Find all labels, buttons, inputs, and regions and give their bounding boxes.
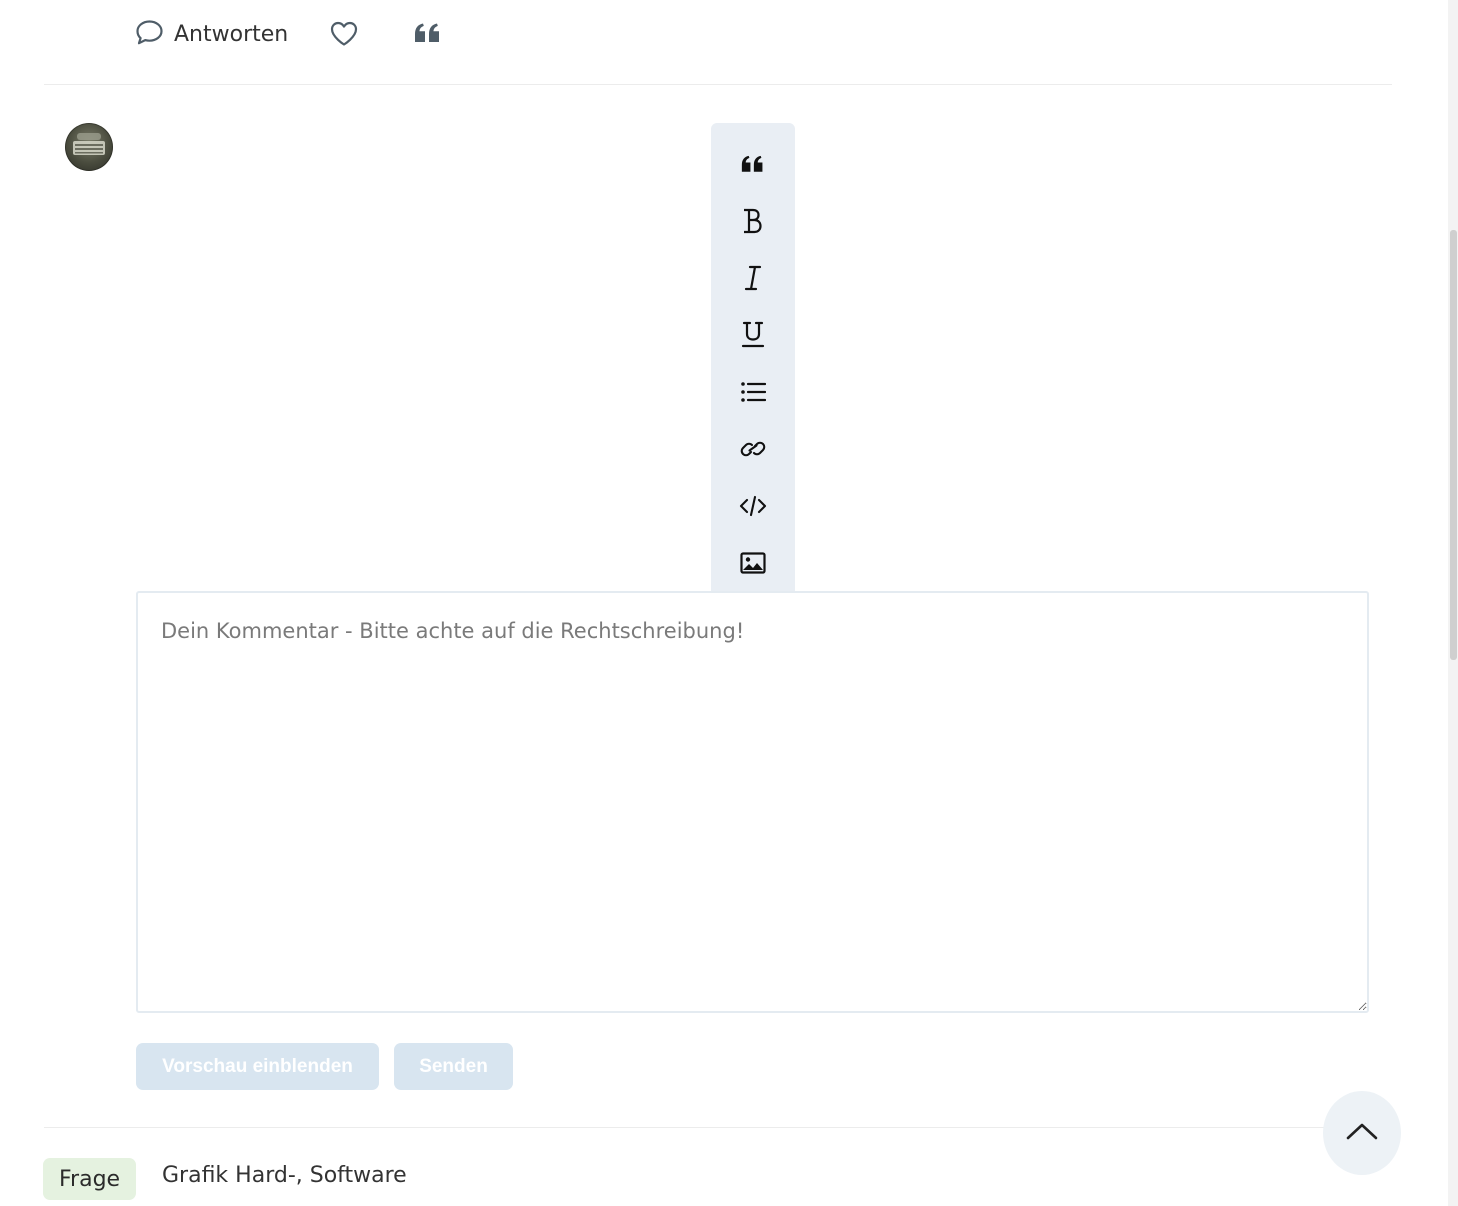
toolbar-bold-button[interactable] (711, 192, 795, 249)
question-type-badge[interactable]: Frage (43, 1158, 137, 1200)
send-button[interactable]: Senden (394, 1043, 513, 1090)
toolbar-code-button[interactable] (711, 477, 795, 534)
quote-icon (414, 23, 442, 48)
toolbar-link-button[interactable] (711, 420, 795, 477)
bold-icon (742, 208, 764, 234)
toolbar-underline-button[interactable] (711, 306, 795, 363)
section-divider (44, 84, 1392, 85)
underline-icon (741, 321, 765, 349)
toolbar-image-button[interactable] (711, 534, 795, 591)
toolbar-italic-button[interactable] (711, 249, 795, 306)
reply-label: Antworten (174, 22, 289, 47)
comment-textarea[interactable] (136, 591, 1369, 1013)
italic-icon (742, 265, 764, 291)
reply-button[interactable]: Antworten (135, 19, 288, 50)
toolbar-quote-button[interactable] (711, 135, 795, 192)
scroll-to-top-button[interactable] (1323, 1091, 1401, 1175)
quote-icon (741, 154, 765, 174)
image-icon (740, 551, 766, 574)
like-button[interactable] (329, 20, 359, 51)
heart-icon (329, 21, 359, 51)
quote-reply-button[interactable] (414, 22, 442, 48)
list-icon (740, 381, 766, 403)
preview-button[interactable]: Vorschau einblenden (136, 1043, 379, 1090)
category-link[interactable]: Grafik Hard-, Software (162, 1163, 407, 1188)
section-divider-bottom (44, 1127, 1392, 1128)
link-icon (740, 438, 766, 460)
avatar (65, 123, 113, 171)
code-icon (739, 495, 767, 517)
scrollbar-thumb[interactable] (1450, 230, 1457, 660)
speech-bubble-icon (135, 19, 164, 50)
formatting-toolbar (711, 123, 795, 591)
toolbar-list-button[interactable] (711, 363, 795, 420)
chevron-up-icon (1345, 1121, 1379, 1145)
